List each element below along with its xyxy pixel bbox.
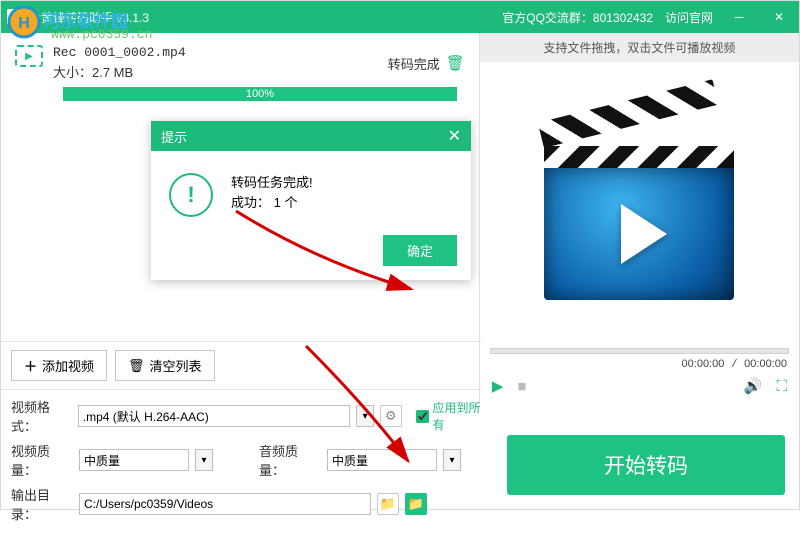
file-row[interactable]: Rec 0001_0002.mp4 大小：2.7 MB 转码完成 🗑 [11, 41, 469, 85]
audio-quality-label: 音频质量： [259, 441, 321, 479]
format-select[interactable] [78, 405, 351, 427]
watermark-logo: H [7, 5, 41, 44]
dialog-title: 提示 [161, 127, 187, 146]
audio-quality-select[interactable] [327, 449, 437, 471]
dialog-message: 转码任务完成! 成功： 1 个 [231, 173, 313, 212]
output-dir-label: 输出目录： [11, 485, 73, 523]
file-size: 大小：2.7 MB [53, 62, 388, 81]
time-readout: 00:00:00 / 00:00:00 [480, 354, 799, 373]
open-folder-icon[interactable]: 📁 [405, 493, 427, 515]
video-quality-label: 视频质量： [11, 441, 73, 479]
format-dropdown-icon[interactable]: ▾ [356, 405, 374, 427]
info-icon: ! [169, 173, 213, 217]
completion-dialog: 提示 ✕ ! 转码任务完成! 成功： 1 个 确定 [151, 121, 471, 280]
file-name: Rec 0001_0002.mp4 [53, 45, 388, 60]
browse-folder-icon[interactable]: 📁 [377, 493, 399, 515]
audio-quality-dropdown-icon[interactable]: ▾ [443, 449, 461, 471]
dialog-close-icon[interactable]: ✕ [448, 126, 461, 146]
format-label: 视频格式： [11, 397, 72, 435]
apply-all-checkbox[interactable]: 应用到所有 [416, 399, 491, 433]
qq-group-text: 官方QQ交流群：801302432 [502, 9, 653, 26]
clear-list-button[interactable]: 🗑清空列表 [115, 350, 215, 381]
fullscreen-icon[interactable]: ⛶ [776, 378, 787, 395]
volume-icon[interactable]: 🔊 [744, 377, 763, 395]
output-dir-input[interactable] [79, 493, 371, 515]
list-toolbar: ＋添加视频 🗑清空列表 [1, 341, 481, 390]
close-button[interactable]: ✕ [765, 1, 793, 33]
watermark-video-icon: ▶ [15, 45, 43, 67]
watermark-url: www.pc0359.cn [51, 27, 152, 42]
video-quality-select[interactable] [79, 449, 189, 471]
preview-area[interactable] [480, 62, 799, 348]
format-settings-icon[interactable]: ⚙ [380, 405, 402, 427]
progress-bar: 100% [63, 87, 457, 101]
preview-hint: 支持文件拖拽，双击文件可播放视频 [480, 33, 799, 62]
video-quality-dropdown-icon[interactable]: ▾ [195, 449, 213, 471]
progress-text: 100% [246, 88, 274, 100]
stop-icon[interactable]: ■ [517, 378, 526, 395]
file-status: 转码完成 [388, 54, 440, 73]
ok-button[interactable]: 确定 [383, 235, 457, 266]
settings-panel: 视频格式： ▾ ⚙ 应用到所有 视频质量： ▾ 音频质量： ▾ 输出目录： 📁 … [1, 389, 501, 533]
visit-site-link[interactable]: 访问官网 [665, 9, 713, 26]
add-video-button[interactable]: ＋添加视频 [11, 350, 107, 381]
start-transcode-button[interactable]: 开始转码 [507, 435, 785, 495]
minimize-button[interactable]: ─ [725, 1, 753, 33]
clapperboard-icon [544, 110, 734, 300]
svg-text:H: H [18, 15, 30, 32]
trash-icon[interactable]: 🗑 [446, 54, 465, 72]
preview-pane: 支持文件拖拽，双击文件可播放视频 00:00:00 / 00:00:00 ▶ ■… [480, 33, 799, 403]
